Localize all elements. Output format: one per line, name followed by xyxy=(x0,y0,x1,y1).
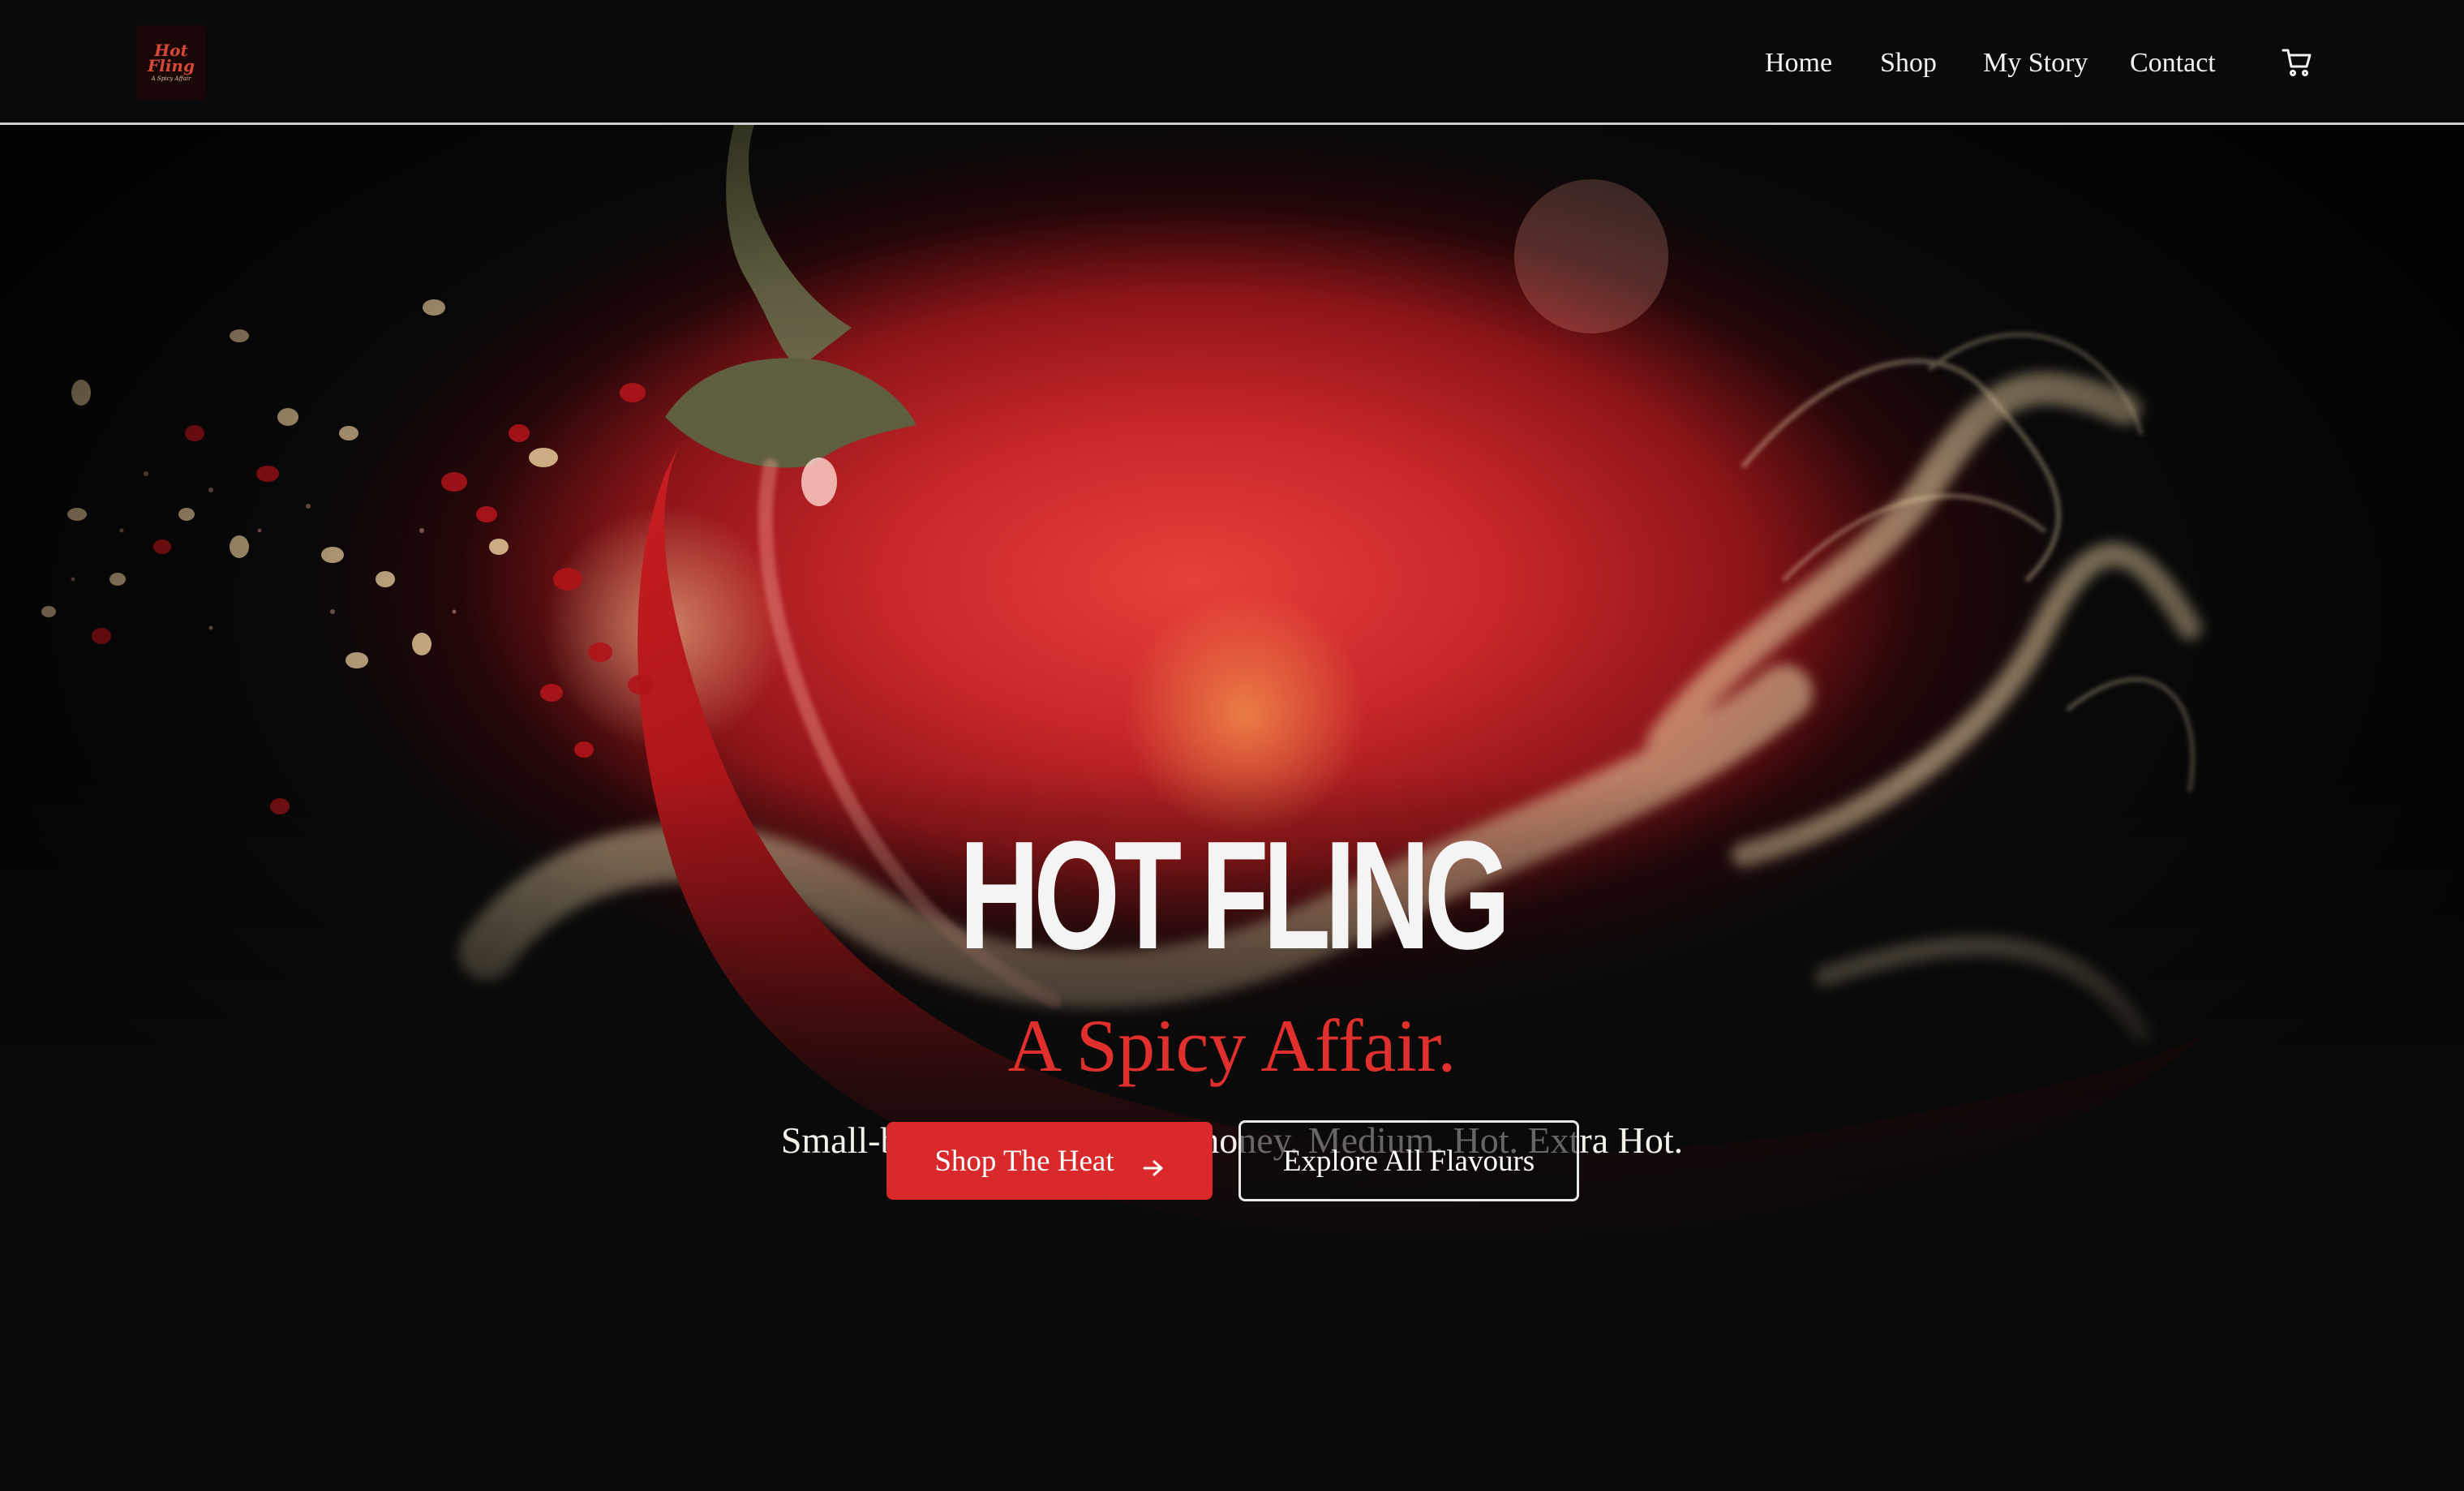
explore-all-flavours-button[interactable]: Explore All Flavours xyxy=(1238,1120,1579,1201)
page: Hot Fling A Spicy Affair Home Shop My St… xyxy=(0,0,2464,1491)
site-header: Hot Fling A Spicy Affair Home Shop My St… xyxy=(0,0,2464,125)
cart-icon[interactable] xyxy=(2281,47,2313,78)
hero-section: HOT FLING A Spicy Affair. Small-batch ch… xyxy=(0,125,2464,1366)
arrow-right-icon xyxy=(1142,1151,1165,1176)
shop-the-heat-button[interactable]: Shop The Heat xyxy=(886,1122,1213,1200)
main-nav: Home Shop My Story Contact xyxy=(0,39,2464,88)
hero-title: HOT FLING xyxy=(959,810,1511,982)
hero-description: Small-batch chilli oil & hot honey. Medi… xyxy=(780,1119,1684,1161)
explore-all-flavours-label: Explore All Flavours xyxy=(1282,1144,1535,1178)
shop-the-heat-label: Shop The Heat xyxy=(934,1144,1114,1178)
nav-item-home[interactable]: Home xyxy=(1765,39,1832,88)
hero-bottom-fade xyxy=(0,125,2464,1366)
hero-tagline: A Spicy Affair. xyxy=(1007,1004,1457,1087)
nav-item-my-story[interactable]: My Story xyxy=(1983,39,2088,88)
nav-item-contact[interactable]: Contact xyxy=(2130,39,2216,88)
nav-item-shop[interactable]: Shop xyxy=(1880,39,1937,88)
